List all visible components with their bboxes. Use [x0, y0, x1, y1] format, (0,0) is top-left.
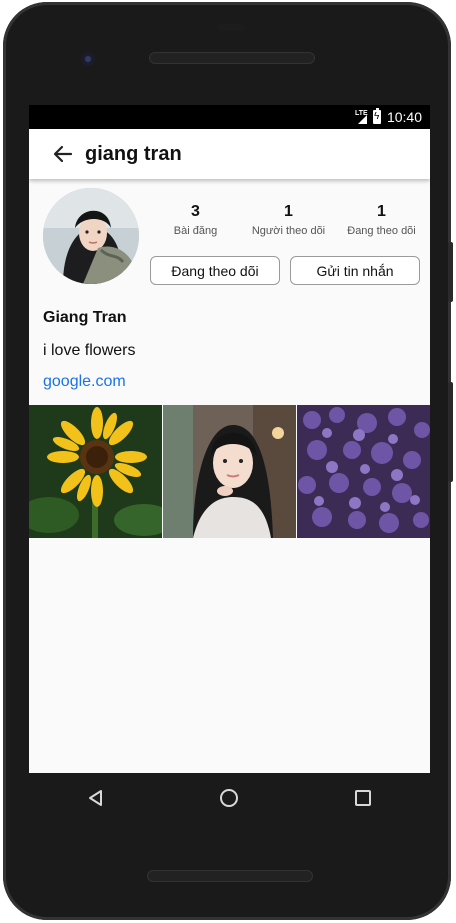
send-message-button[interactable]: Gửi tin nhắn	[290, 256, 420, 285]
bio-text: i love flowers	[43, 342, 136, 359]
page-title: giang tran	[85, 142, 182, 165]
stat-value: 1	[284, 203, 293, 220]
battery-charging-icon	[372, 108, 381, 124]
post-thumbnail-sunflower[interactable]	[29, 405, 162, 538]
avatar[interactable]	[43, 188, 139, 284]
circle-home-icon[interactable]	[209, 778, 249, 818]
triangle-back-icon[interactable]	[76, 778, 116, 818]
stat-label: Bài đăng	[173, 225, 218, 237]
post-grid	[29, 405, 430, 538]
volume-button	[448, 242, 453, 302]
square-recents-icon[interactable]	[343, 778, 383, 818]
phone-sensor	[217, 24, 245, 31]
status-bar: LTE 10:40	[29, 105, 430, 129]
system-nav-bar	[29, 773, 430, 823]
stat-value: 3	[191, 203, 200, 220]
earpiece-speaker	[149, 52, 315, 64]
arrow-back-icon[interactable]	[51, 142, 75, 166]
stat-following[interactable]: 1 Đang theo dõi	[335, 203, 428, 237]
following-button[interactable]: Đang theo dõi	[150, 256, 280, 285]
display-name: Giang Tran	[43, 309, 127, 326]
post-thumbnail-lilac[interactable]	[297, 405, 430, 538]
profile-stats: 3 Bài đăng 1 Người theo dõi 1 Đang theo …	[149, 203, 429, 237]
stat-label: Người theo dõi	[251, 225, 326, 237]
lte-signal-icon: LTE	[355, 110, 368, 124]
app-bar: giang tran	[29, 129, 430, 179]
stat-label: Đang theo dõi	[347, 225, 416, 237]
front-camera	[81, 52, 95, 66]
stat-followers[interactable]: 1 Người theo dõi	[242, 203, 335, 237]
app-screen: LTE 10:40 giang tran 3 Bài đăng 1	[29, 105, 430, 773]
bottom-speaker	[147, 870, 313, 882]
stat-posts[interactable]: 3 Bài đăng	[149, 203, 242, 237]
clock: 10:40	[386, 109, 422, 125]
power-button	[448, 382, 453, 482]
stat-value: 1	[377, 203, 386, 220]
post-thumbnail-portrait[interactable]	[163, 405, 296, 538]
website-link[interactable]: google.com	[43, 373, 126, 391]
